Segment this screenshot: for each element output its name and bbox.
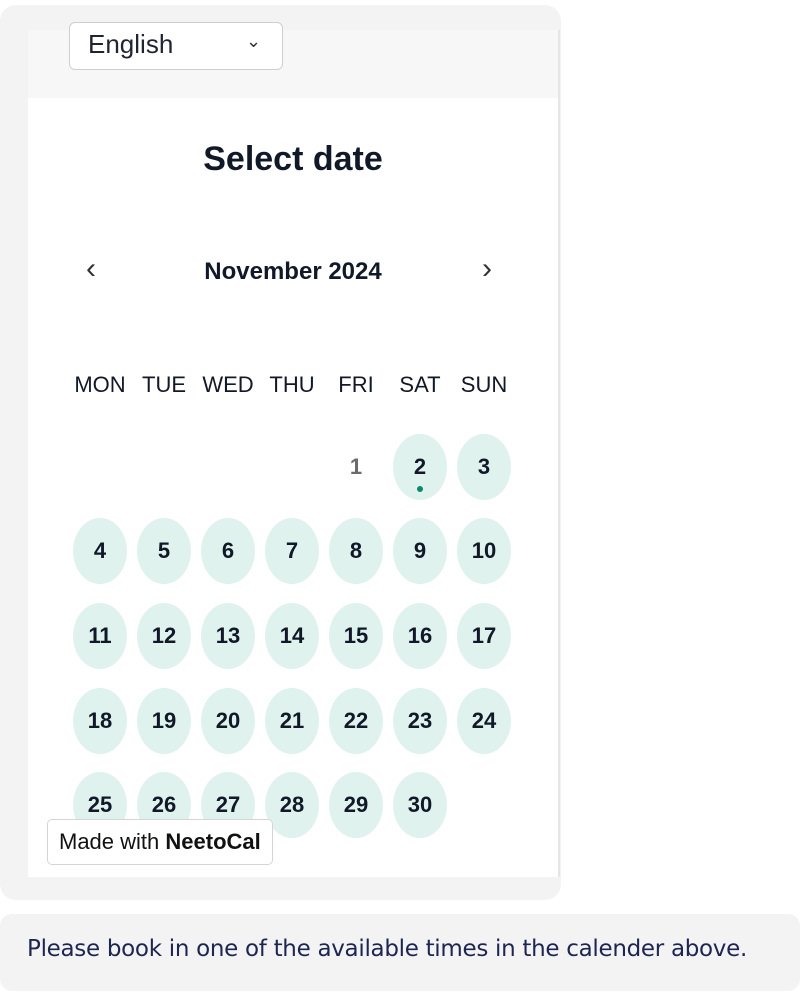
booking-card: English ⌄ Select date ‹ November 2024 › … (0, 5, 561, 900)
day-number: 30 (407, 792, 433, 817)
weekday-thu: THU (269, 372, 315, 397)
day-number: 15 (343, 623, 369, 648)
made-with-neetocal-badge[interactable]: Made with NeetoCal (47, 819, 273, 865)
day-number: 13 (215, 623, 241, 648)
day-number: 7 (285, 538, 299, 563)
day-number: 19 (151, 708, 177, 733)
day-number: 28 (279, 792, 305, 817)
weekday-mon: MON (74, 372, 126, 397)
today-dot-icon (417, 486, 423, 492)
day-14[interactable]: 14 (265, 603, 319, 669)
day-19[interactable]: 19 (137, 688, 191, 754)
day-2[interactable]: 2 (393, 434, 447, 500)
day-number: 20 (215, 708, 241, 733)
day-number: 16 (407, 623, 433, 648)
day-30[interactable]: 30 (393, 772, 447, 838)
weekday-sun: SUN (460, 372, 508, 397)
day-3[interactable]: 3 (457, 434, 511, 500)
day-number: 2 (413, 454, 427, 479)
day-29[interactable]: 29 (329, 772, 383, 838)
chevron-right-icon[interactable]: › (482, 252, 492, 286)
day-number: 22 (343, 708, 369, 733)
day-10[interactable]: 10 (457, 518, 511, 584)
day-number: 9 (413, 538, 427, 563)
language-select[interactable]: English ⌄ (69, 22, 283, 70)
day-number: 10 (471, 538, 497, 563)
day-number: 6 (221, 538, 235, 563)
day-number: 12 (151, 623, 177, 648)
weekday-sat: SAT (399, 372, 441, 397)
day-number: 11 (88, 623, 112, 648)
day-13[interactable]: 13 (201, 603, 255, 669)
day-7[interactable]: 7 (265, 518, 319, 584)
day-number: 1 (349, 454, 363, 479)
day-number: 4 (93, 538, 107, 563)
info-note-text: Please book in one of the available time… (27, 936, 747, 962)
day-18[interactable]: 18 (73, 688, 127, 754)
day-number: 21 (279, 708, 305, 733)
day-9[interactable]: 9 (393, 518, 447, 584)
badge-brand: NeetoCal (165, 829, 261, 854)
badge-prefix: Made with (59, 829, 166, 854)
day-number: 26 (151, 792, 177, 817)
weekday-fri: FRI (338, 372, 374, 397)
day-15[interactable]: 15 (329, 603, 383, 669)
day-22[interactable]: 22 (329, 688, 383, 754)
weekday-wed: WED (202, 372, 254, 397)
day-8[interactable]: 8 (329, 518, 383, 584)
chevron-down-icon: ⌄ (246, 31, 262, 51)
day-number: 3 (477, 454, 491, 479)
day-number: 25 (87, 792, 113, 817)
day-number: 14 (279, 623, 305, 648)
day-24[interactable]: 24 (457, 688, 511, 754)
page-title: Select date (203, 140, 383, 178)
day-1: 1 (329, 434, 383, 500)
day-5[interactable]: 5 (137, 518, 191, 584)
day-4[interactable]: 4 (73, 518, 127, 584)
day-number: 17 (471, 623, 497, 648)
day-28[interactable]: 28 (265, 772, 319, 838)
day-number: 18 (87, 708, 113, 733)
day-23[interactable]: 23 (393, 688, 447, 754)
day-6[interactable]: 6 (201, 518, 255, 584)
day-number: 5 (157, 538, 171, 563)
day-number: 24 (471, 708, 497, 733)
day-number: 8 (349, 538, 363, 563)
day-16[interactable]: 16 (393, 603, 447, 669)
day-number: 29 (343, 792, 369, 817)
day-11[interactable]: 11 (73, 603, 127, 669)
info-note: Please book in one of the available time… (0, 914, 800, 991)
day-12[interactable]: 12 (137, 603, 191, 669)
header-band: English ⌄ (28, 22, 558, 98)
day-17[interactable]: 17 (457, 603, 511, 669)
calendar-panel: English ⌄ Select date ‹ November 2024 › … (28, 22, 560, 877)
day-number: 23 (407, 708, 433, 733)
day-20[interactable]: 20 (201, 688, 255, 754)
day-number: 27 (215, 792, 241, 817)
weekday-tue: TUE (142, 372, 186, 397)
day-21[interactable]: 21 (265, 688, 319, 754)
month-label: November 2024 (204, 258, 382, 285)
language-value: English (88, 29, 174, 59)
